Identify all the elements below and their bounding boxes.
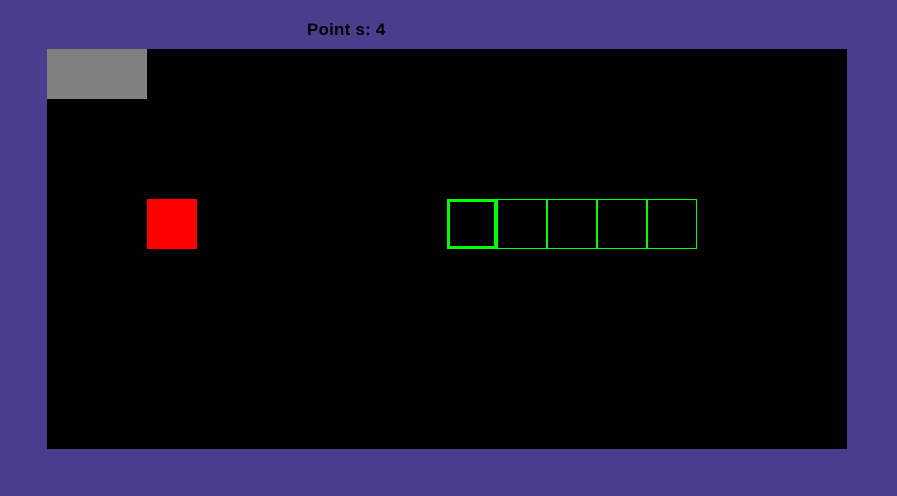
score-label: Point s: 4 bbox=[307, 20, 386, 39]
snake-segment bbox=[647, 199, 697, 249]
snake-segment bbox=[547, 199, 597, 249]
snake bbox=[47, 49, 847, 449]
game-board[interactable] bbox=[47, 49, 847, 449]
snake-segment bbox=[497, 199, 547, 249]
snake-head bbox=[447, 199, 497, 249]
snake-segment bbox=[597, 199, 647, 249]
